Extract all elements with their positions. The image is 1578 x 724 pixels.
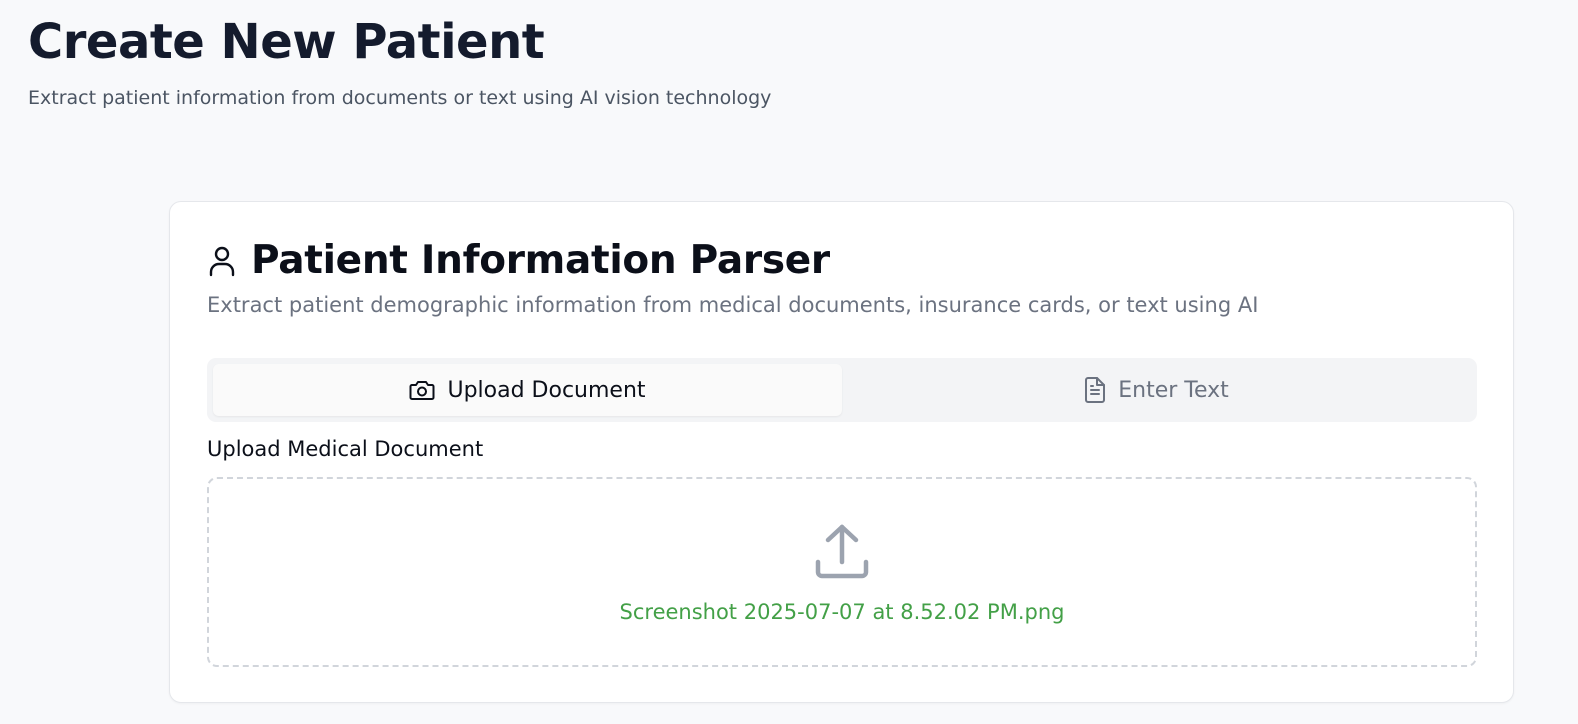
- card-description: Extract patient demographic information …: [207, 293, 1259, 317]
- document-icon: [1084, 377, 1106, 403]
- card-header: Patient Information Parser: [207, 238, 830, 284]
- tab-enter-text-label: Enter Text: [1118, 377, 1229, 403]
- user-icon: [207, 244, 237, 278]
- tab-enter-text[interactable]: Enter Text: [842, 364, 1471, 416]
- document-dropzone[interactable]: Screenshot 2025-07-07 at 8.52.02 PM.png: [207, 477, 1477, 667]
- upload-label: Upload Medical Document: [207, 437, 484, 461]
- selected-file-name: Screenshot 2025-07-07 at 8.52.02 PM.png: [619, 600, 1065, 624]
- upload-icon: [814, 524, 870, 584]
- tab-upload-document-label: Upload Document: [447, 377, 646, 403]
- input-mode-tabs: Upload Document Enter Text: [207, 358, 1477, 422]
- tab-upload-document[interactable]: Upload Document: [213, 364, 842, 416]
- card-title: Patient Information Parser: [251, 238, 830, 283]
- page-subtitle: Extract patient information from documen…: [28, 87, 772, 109]
- page-title: Create New Patient: [28, 14, 545, 70]
- patient-parser-card: Patient Information Parser Extract patie…: [169, 201, 1514, 703]
- camera-icon: [409, 378, 435, 402]
